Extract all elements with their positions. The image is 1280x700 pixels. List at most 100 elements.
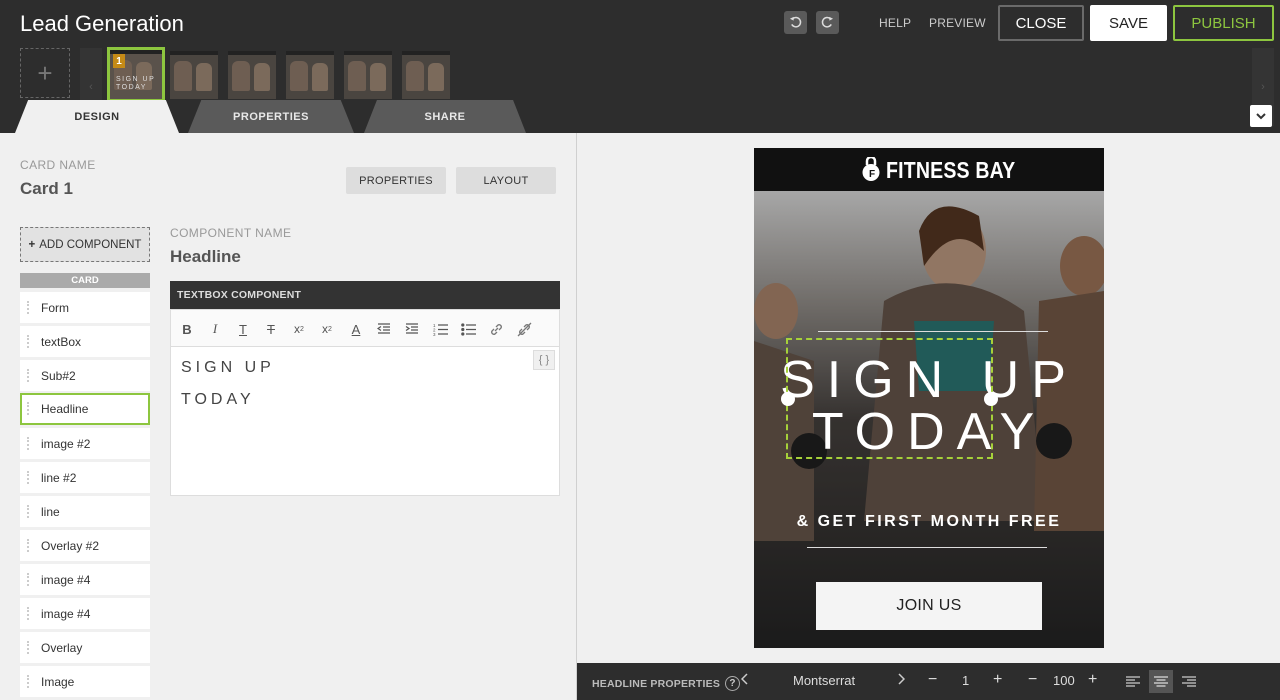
component-item-label: Image xyxy=(41,674,75,689)
component-item-image-4a[interactable]: image #4 xyxy=(20,564,150,595)
card-thumbnail-6[interactable] xyxy=(402,51,450,99)
tab-properties[interactable]: PROPERTIES xyxy=(188,100,354,133)
line-height-increase-icon[interactable]: + xyxy=(993,671,1002,689)
card-preview[interactable]: F FITNESS BAY SIGN UP TODAY & GET FIRST … xyxy=(754,148,1104,648)
component-item-overlay[interactable]: Overlay xyxy=(20,632,150,663)
link-icon[interactable] xyxy=(486,319,506,339)
drag-handle-icon[interactable] xyxy=(27,539,29,552)
redo-icon xyxy=(821,16,834,28)
align-center-icon[interactable] xyxy=(1149,670,1173,693)
component-item-label: Overlay xyxy=(41,640,83,655)
save-button[interactable]: SAVE xyxy=(1090,5,1167,41)
drag-handle-icon[interactable] xyxy=(27,641,29,654)
size-decrease-icon[interactable]: − xyxy=(1028,671,1037,689)
drag-handle-icon[interactable] xyxy=(27,607,29,620)
code-view-icon[interactable]: { } xyxy=(533,350,555,370)
component-item-image-4b[interactable]: image #4 xyxy=(20,598,150,629)
component-item-line-2[interactable]: line #2 xyxy=(20,462,150,493)
superscript-icon[interactable]: x2 xyxy=(317,319,337,339)
size-value[interactable]: 100 xyxy=(1053,673,1075,688)
svg-text:F: F xyxy=(869,169,875,178)
card-thumbnail-1[interactable]: 1 SIGN UP TODAY xyxy=(107,47,165,102)
card-thumbnail-5[interactable] xyxy=(344,51,392,99)
ordered-list-icon[interactable]: 123 xyxy=(430,319,450,339)
logo-letter-mark: F xyxy=(869,169,875,178)
unlink-icon[interactable] xyxy=(514,319,534,339)
resize-handle-right[interactable] xyxy=(984,392,998,406)
card-thumbnail-2[interactable] xyxy=(170,51,218,99)
resize-handle-left[interactable] xyxy=(781,392,795,406)
collapse-panel-button[interactable] xyxy=(1250,105,1272,127)
card-thumbnail-4[interactable] xyxy=(286,51,334,99)
component-item-label: Overlay #2 xyxy=(41,538,100,553)
drag-handle-icon[interactable] xyxy=(27,301,29,314)
component-item-textbox[interactable]: textBox xyxy=(20,326,150,357)
drag-handle-icon[interactable] xyxy=(27,437,29,450)
component-item-image[interactable]: Image xyxy=(20,666,150,697)
bold-icon[interactable]: B xyxy=(177,319,197,339)
app-title: Lead Generation xyxy=(20,11,184,36)
help-link[interactable]: HELP xyxy=(879,16,911,30)
publish-button[interactable]: PUBLISH xyxy=(1173,5,1274,41)
editor-line-2: TODAY xyxy=(181,391,255,408)
component-item-image-2[interactable]: image #2 xyxy=(20,428,150,459)
drag-handle-icon[interactable] xyxy=(27,402,29,415)
tab-design[interactable]: DESIGN xyxy=(15,100,179,133)
component-item-line[interactable]: line xyxy=(20,496,150,527)
component-item-label: Headline xyxy=(41,402,89,416)
strikethrough-icon[interactable]: T xyxy=(261,319,281,339)
component-item-label: image #2 xyxy=(41,436,91,451)
component-item-sub2[interactable]: Sub#2 xyxy=(20,360,150,391)
textbox-component-header: TEXTBOX COMPONENT xyxy=(170,281,560,309)
size-increase-icon[interactable]: + xyxy=(1088,671,1097,689)
card-name-label: CARD NAME xyxy=(20,158,96,172)
help-icon[interactable]: ? xyxy=(725,676,741,691)
editor-line-1: SIGN UP xyxy=(181,359,275,376)
component-item-form[interactable]: Form xyxy=(20,292,150,323)
preview-link[interactable]: PREVIEW xyxy=(929,16,986,30)
prev-font-icon[interactable] xyxy=(740,673,749,688)
align-left-icon[interactable] xyxy=(1121,670,1145,693)
text-color-icon[interactable]: A xyxy=(346,319,366,339)
tab-share[interactable]: SHARE xyxy=(364,100,526,133)
card-properties-button[interactable]: PROPERTIES xyxy=(346,167,446,194)
drag-handle-icon[interactable] xyxy=(27,335,29,348)
undo-button[interactable] xyxy=(784,11,807,34)
add-component-label: ADD COMPONENT xyxy=(39,238,142,251)
redo-button[interactable] xyxy=(816,11,839,34)
line-height-value[interactable]: 1 xyxy=(962,673,969,688)
drag-handle-icon[interactable] xyxy=(27,505,29,518)
drag-handle-icon[interactable] xyxy=(27,471,29,484)
underline-icon[interactable]: T xyxy=(233,319,253,339)
thumbnail-text: SIGN UP TODAY xyxy=(116,76,156,91)
add-card-button[interactable]: + xyxy=(20,48,70,98)
drag-handle-icon[interactable] xyxy=(27,675,29,688)
component-item-headline[interactable]: Headline xyxy=(20,393,150,425)
bullet-list-icon[interactable] xyxy=(458,319,478,339)
indent-icon[interactable] xyxy=(402,319,422,339)
component-name[interactable]: Headline xyxy=(170,247,241,267)
subscript-icon[interactable]: x2 xyxy=(289,319,309,339)
line-height-decrease-icon[interactable]: − xyxy=(928,671,937,689)
text-format-toolbar: B I T T x2 x2 A 123 xyxy=(170,309,560,347)
plus-icon: + xyxy=(28,238,36,251)
preview-subheadline: & GET FIRST MONTH FREE xyxy=(796,513,1062,530)
card-name[interactable]: Card 1 xyxy=(20,179,73,199)
outdent-icon[interactable] xyxy=(374,319,394,339)
component-item-overlay-2[interactable]: Overlay #2 xyxy=(20,530,150,561)
drag-handle-icon[interactable] xyxy=(27,573,29,586)
selection-box[interactable] xyxy=(786,338,993,459)
text-editor-area[interactable]: SIGN UP TODAY { } xyxy=(170,346,560,496)
brand-name: FITNESS BAY xyxy=(886,157,1016,183)
join-us-button[interactable]: JOIN US xyxy=(816,582,1042,630)
card-thumbnail-3[interactable] xyxy=(228,51,276,99)
italic-icon[interactable]: I xyxy=(205,319,225,339)
font-family-value[interactable]: Montserrat xyxy=(793,673,855,688)
close-button[interactable]: CLOSE xyxy=(998,5,1084,41)
next-font-icon[interactable] xyxy=(897,673,906,688)
align-right-icon[interactable] xyxy=(1177,670,1201,693)
add-component-button[interactable]: + ADD COMPONENT xyxy=(20,227,150,262)
card-layout-button[interactable]: LAYOUT xyxy=(456,167,556,194)
drag-handle-icon[interactable] xyxy=(27,369,29,382)
properties-bar-title: HEADLINE PROPERTIES ? xyxy=(592,676,741,691)
